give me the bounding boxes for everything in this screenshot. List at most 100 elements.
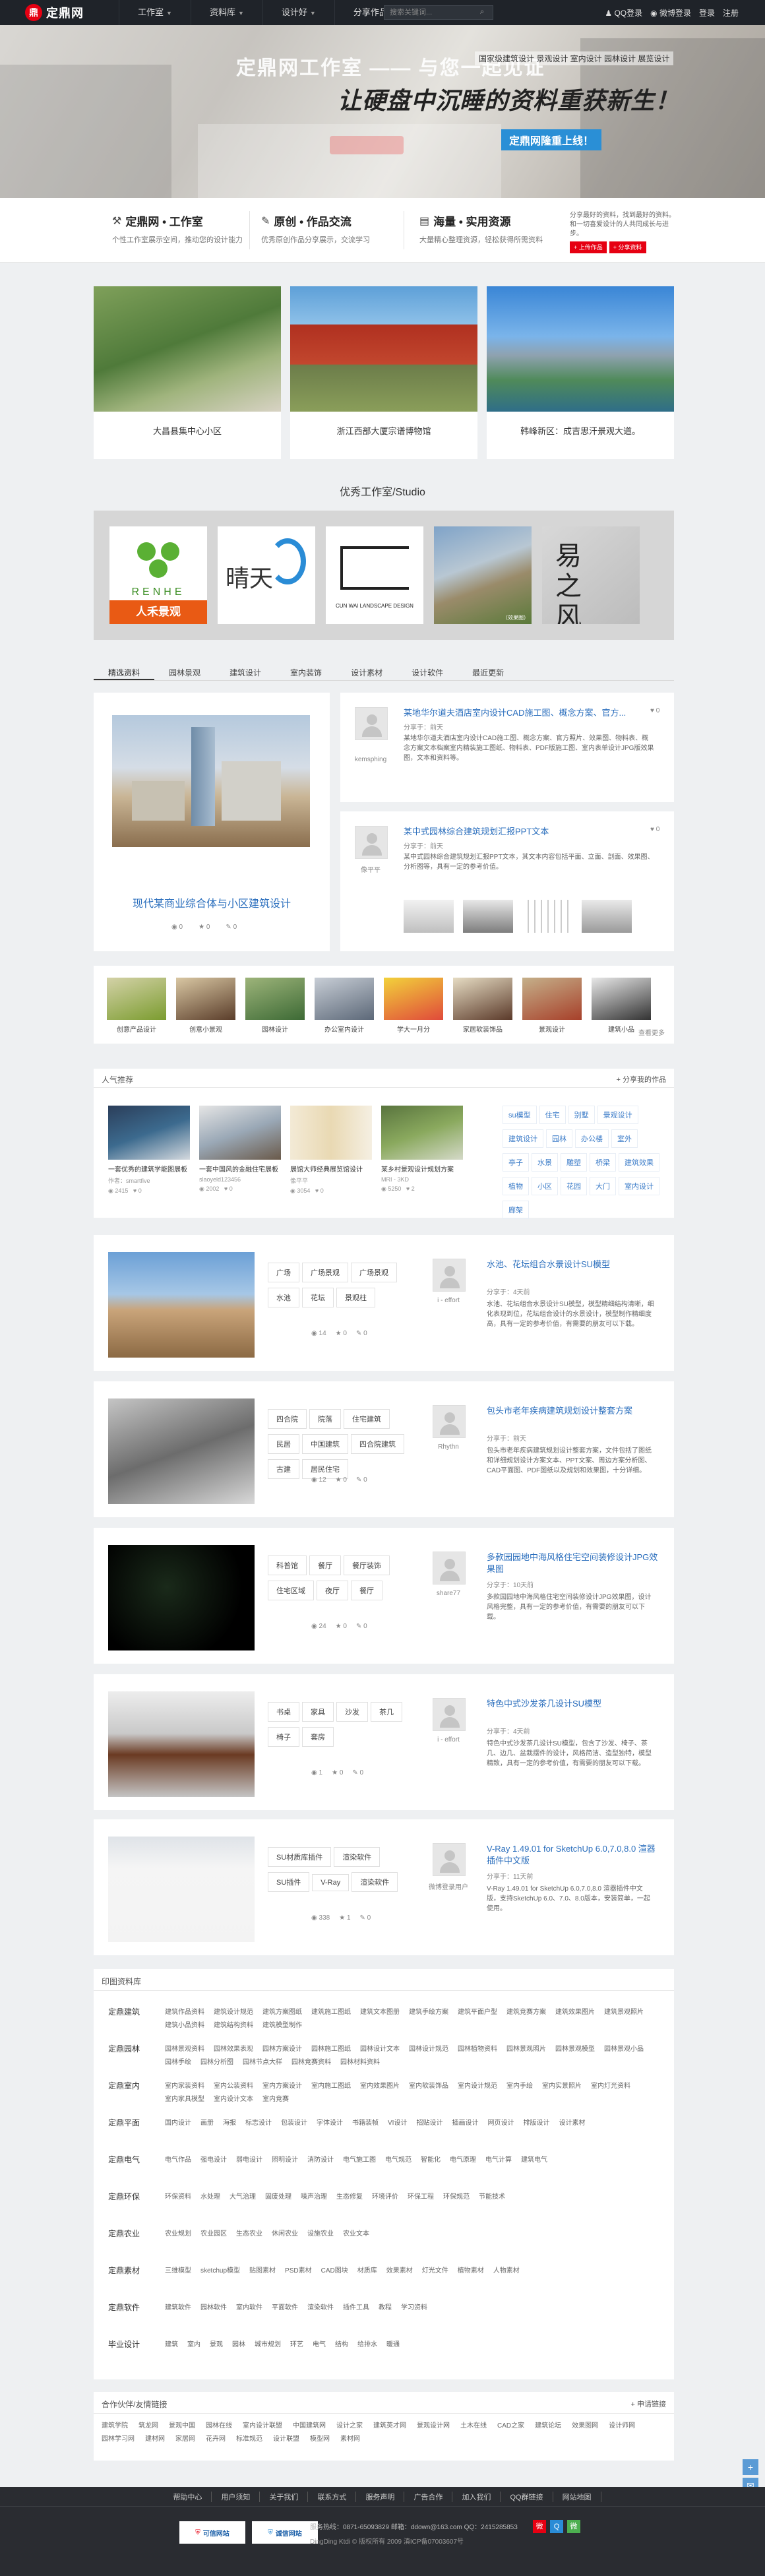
tag-button[interactable]: 套房 xyxy=(302,1727,334,1747)
partner-link[interactable]: 效果图网 xyxy=(572,2420,598,2433)
library-subcategory-link[interactable]: 三维模型 xyxy=(165,2265,191,2278)
thumb-image[interactable] xyxy=(404,900,454,933)
library-subcategory-link[interactable]: 园林竞赛资料 xyxy=(291,2056,331,2069)
avatar[interactable] xyxy=(433,1405,466,1438)
tab-interior[interactable]: 室内装饰 xyxy=(276,665,336,680)
library-subcategory-link[interactable]: 消防设计 xyxy=(307,2154,334,2167)
library-subcategory-link[interactable]: 电气计算 xyxy=(485,2154,512,2167)
resource-title[interactable]: 多款园园地中海风格住宅空间装修设计JPG效果图 xyxy=(487,1552,658,1575)
library-subcategory-link[interactable]: 贴图素材 xyxy=(249,2265,276,2278)
footer-nav-link[interactable]: 服务声明 xyxy=(356,2491,405,2502)
partner-link[interactable]: 建筑论坛 xyxy=(535,2420,561,2433)
library-subcategory-link[interactable]: 室内软件 xyxy=(236,2302,262,2315)
library-subcategory-link[interactable]: 室内竞赛 xyxy=(262,2093,289,2106)
library-subcategory-link[interactable]: 建筑模型制作 xyxy=(262,2019,302,2032)
tag-button[interactable]: 科普馆 xyxy=(268,1555,307,1575)
featured-post[interactable]: 像平平 某中式园林综合建筑规划汇报PPT文本 ♥ 0 分享于：前天 某中式园林综… xyxy=(340,811,674,951)
library-subcategory-link[interactable]: 海报 xyxy=(223,2117,236,2130)
resource-author[interactable]: i - effort xyxy=(423,1736,474,1744)
showcase-card[interactable]: 浙江西部大厦宗谱博物馆 xyxy=(290,286,477,459)
nav-item-library[interactable]: 资料库 ▼ xyxy=(190,0,262,25)
library-subcategory-link[interactable]: 固废处理 xyxy=(265,2191,291,2204)
library-subcategory-link[interactable]: 人物素材 xyxy=(493,2265,520,2278)
library-subcategory-link[interactable]: 园林设计文本 xyxy=(360,2043,400,2056)
footer-nav-link[interactable]: 联系方式 xyxy=(308,2491,357,2502)
tag-link[interactable]: 建筑效果 xyxy=(619,1153,659,1172)
category-icon-item[interactable]: 学大一月分 xyxy=(384,978,443,1034)
partner-link[interactable]: 模型网 xyxy=(310,2433,330,2446)
footer-nav-link[interactable]: 网站地图 xyxy=(553,2491,601,2502)
library-subcategory-link[interactable]: 园林施工图纸 xyxy=(311,2043,351,2056)
library-subcategory-link[interactable]: 建筑施工图纸 xyxy=(311,2006,351,2019)
library-subcategory-link[interactable]: 建筑方案图纸 xyxy=(262,2006,302,2019)
avatar[interactable] xyxy=(433,1698,466,1731)
partner-link[interactable]: 园林在线 xyxy=(206,2420,232,2433)
tag-link[interactable]: su模型 xyxy=(503,1106,537,1124)
library-category-name[interactable]: 毕业设计 xyxy=(108,2339,165,2352)
library-subcategory-link[interactable]: 照明设计 xyxy=(272,2154,298,2167)
library-subcategory-link[interactable]: 电气规范 xyxy=(385,2154,412,2167)
tag-button[interactable]: 景观柱 xyxy=(336,1288,375,1307)
footer-nav-link[interactable]: 加入我们 xyxy=(452,2491,501,2502)
partner-link[interactable]: 建筑英才网 xyxy=(373,2420,406,2433)
library-subcategory-link[interactable]: 园林软件 xyxy=(200,2302,227,2315)
partner-link[interactable]: 土木在线 xyxy=(460,2420,487,2433)
library-subcategory-link[interactable]: 教程 xyxy=(379,2302,392,2315)
tab-selected[interactable]: 精选资料 xyxy=(94,665,155,680)
partner-link[interactable]: 素材网 xyxy=(340,2433,360,2446)
library-subcategory-link[interactable]: 环保工程 xyxy=(408,2191,434,2204)
library-subcategory-link[interactable]: 结构 xyxy=(335,2339,348,2352)
library-subcategory-link[interactable]: 弱电设计 xyxy=(236,2154,262,2167)
library-subcategory-link[interactable]: 园林景观小品 xyxy=(604,2043,644,2056)
category-icon-item[interactable]: 园林设计 xyxy=(245,978,305,1034)
tab-landscape[interactable]: 园林景观 xyxy=(154,665,215,680)
resource-image[interactable] xyxy=(108,1545,255,1650)
partner-link[interactable]: 中国建筑网 xyxy=(293,2420,326,2433)
library-subcategory-link[interactable]: 环保资料 xyxy=(165,2191,191,2204)
library-subcategory-link[interactable]: 书籍装帧 xyxy=(352,2117,379,2130)
category-icon-item[interactable]: 家居软装饰品 xyxy=(453,978,512,1034)
partner-link[interactable]: 景观中国 xyxy=(169,2420,195,2433)
library-subcategory-link[interactable]: 噪声治理 xyxy=(301,2191,327,2204)
tag-button[interactable]: 餐厅装饰 xyxy=(344,1555,390,1575)
library-subcategory-link[interactable]: 电气施工图 xyxy=(343,2154,376,2167)
tag-button[interactable]: 渲染软件 xyxy=(334,1847,381,1867)
tag-button[interactable]: 餐厅 xyxy=(351,1581,382,1600)
tag-link[interactable]: 水景 xyxy=(532,1153,558,1172)
library-subcategory-link[interactable]: 建筑 xyxy=(165,2339,178,2352)
site-logo[interactable]: 鼎 定鼎网 xyxy=(25,4,84,21)
tag-link[interactable]: 桥梁 xyxy=(590,1153,616,1172)
tag-button[interactable]: 渲染软件 xyxy=(352,1872,398,1892)
category-icon-item[interactable]: 建筑小品 xyxy=(592,978,651,1034)
studio-logo[interactable]: RENHE 人禾景观 xyxy=(109,526,207,624)
avatar[interactable] xyxy=(433,1552,466,1585)
library-subcategory-link[interactable]: VI设计 xyxy=(388,2117,407,2130)
library-subcategory-link[interactable]: 室内软装饰品 xyxy=(409,2080,448,2093)
resource-image[interactable] xyxy=(108,1252,255,1358)
category-icon-item[interactable]: 景观设计 xyxy=(522,978,582,1034)
library-subcategory-link[interactable]: 建筑电气 xyxy=(521,2154,547,2167)
library-subcategory-link[interactable]: 字体设计 xyxy=(317,2117,343,2130)
tag-button[interactable]: 夜厅 xyxy=(317,1581,348,1600)
partner-link[interactable]: 设计师网 xyxy=(609,2420,635,2433)
ranking-item[interactable]: 展馆大师经典展览馆设计 像平平 ◉ 3054 ♥ 0 xyxy=(290,1106,372,1195)
tag-button[interactable]: 古建 xyxy=(268,1459,299,1479)
library-subcategory-link[interactable]: 园林手绘 xyxy=(165,2056,191,2069)
avatar[interactable] xyxy=(433,1259,466,1292)
qq-login-link[interactable]: ♟ QQ登录 xyxy=(605,7,642,18)
library-subcategory-link[interactable]: 建筑景观照片 xyxy=(604,2006,644,2019)
library-subcategory-link[interactable]: 效果素材 xyxy=(386,2265,413,2278)
tag-button[interactable]: SU插件 xyxy=(268,1872,310,1892)
library-subcategory-link[interactable]: 园林植物资料 xyxy=(458,2043,497,2056)
ranking-item[interactable]: 一套中国风的金融住宅展板 slaoyeld123456 ◉ 2002 ♥ 0 xyxy=(199,1106,281,1195)
library-category-name[interactable]: 定鼎软件 xyxy=(108,2302,165,2315)
partner-link[interactable]: 景观设计网 xyxy=(417,2420,450,2433)
library-subcategory-link[interactable]: 园林分析图 xyxy=(200,2056,233,2069)
tag-button[interactable]: 花坛 xyxy=(302,1288,334,1307)
resource-author[interactable]: i - effort xyxy=(423,1297,474,1304)
library-subcategory-link[interactable]: 材质库 xyxy=(357,2265,377,2278)
share-work-link[interactable]: + 分享我的作品 xyxy=(617,1074,666,1084)
library-subcategory-link[interactable]: 建筑小品资料 xyxy=(165,2019,204,2032)
register-link[interactable]: 注册 xyxy=(723,7,739,18)
library-subcategory-link[interactable]: 大气治理 xyxy=(229,2191,256,2204)
